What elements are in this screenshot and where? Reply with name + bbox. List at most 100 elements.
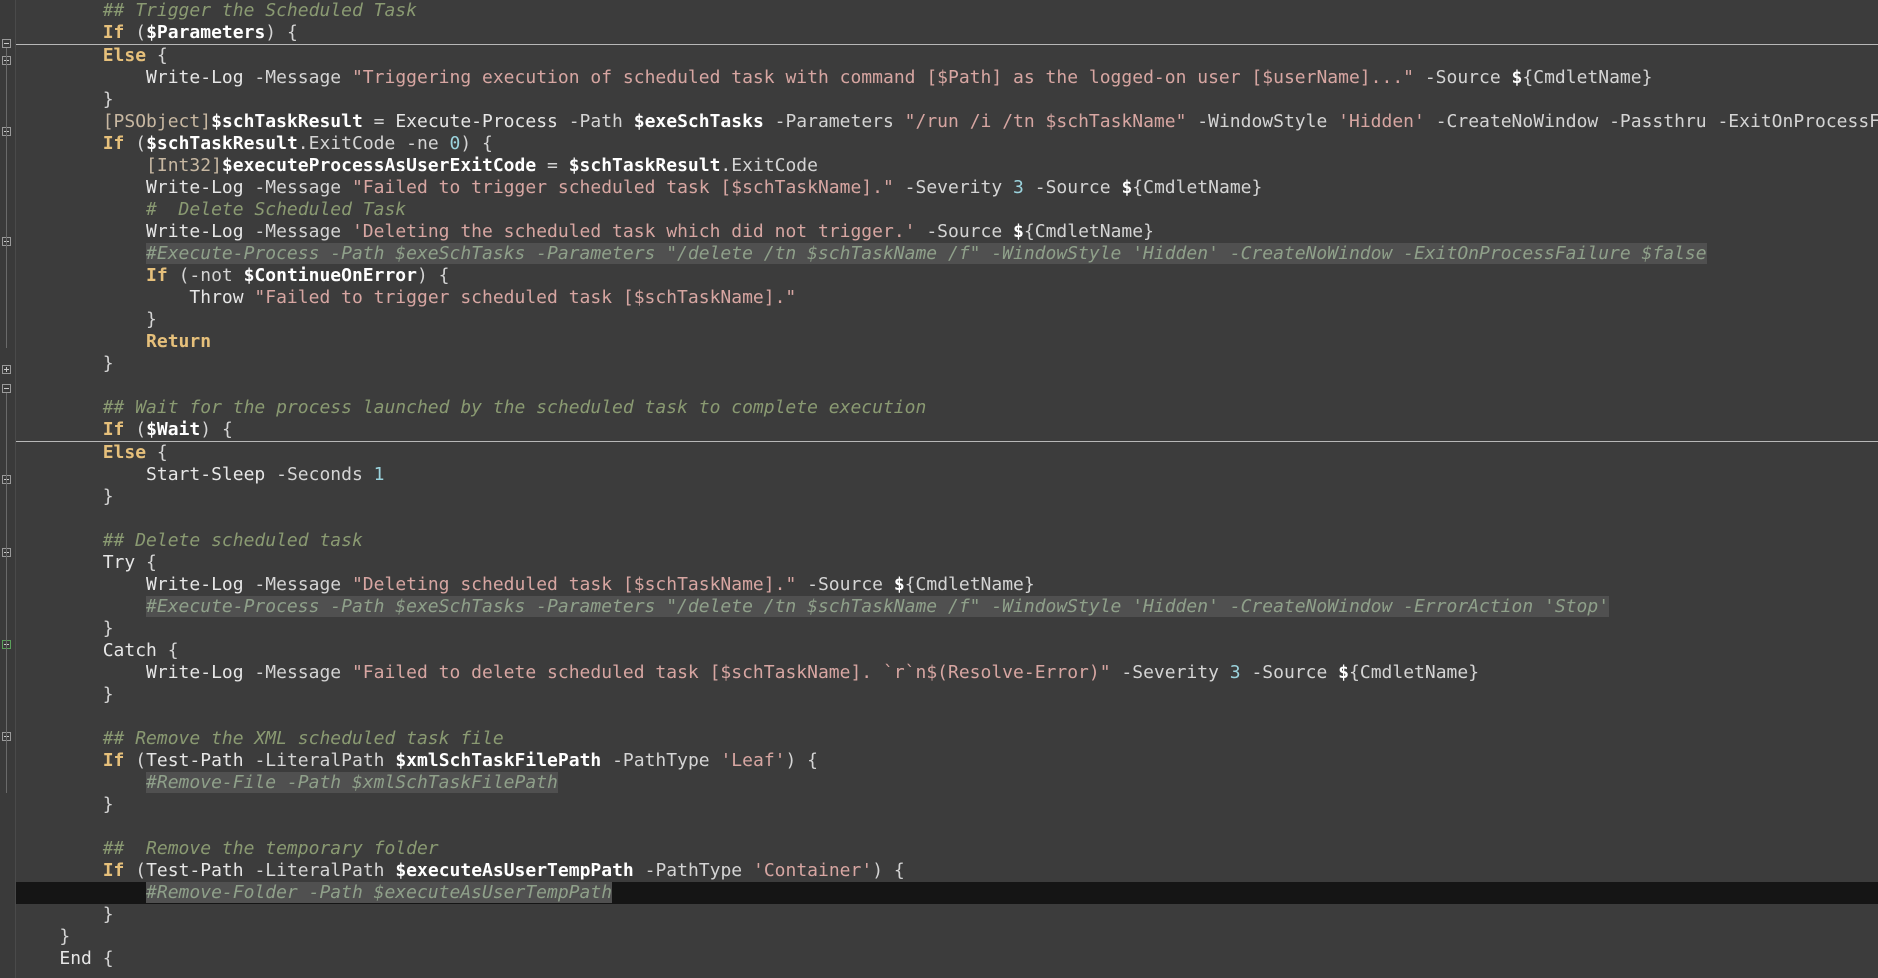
code-line[interactable]: If (-not $ContinueOnError) {: [16, 265, 1878, 287]
code-token: .ExitCode -ne: [297, 133, 450, 154]
code-token: Write-Log: [146, 177, 244, 198]
code-line[interactable]: If (Test-Path -LiteralPath $xmlSchTaskFi…: [16, 750, 1878, 772]
code-token: (: [124, 750, 147, 771]
code-token: [Int32]: [146, 155, 222, 176]
code-token: {: [146, 45, 168, 66]
code-token: Test-Path: [146, 860, 244, 881]
code-editor[interactable]: ## Trigger the Scheduled Task If ($Param…: [0, 0, 1878, 978]
code-token: -Message: [243, 221, 352, 242]
code-line[interactable]: Write-Log -Message "Failed to delete sch…: [16, 662, 1878, 684]
code-token: .ExitCode: [720, 155, 818, 176]
code-token: "Triggering execution of scheduled task …: [351, 67, 1414, 88]
code-line[interactable]: }: [16, 486, 1878, 508]
code-token: If: [146, 265, 168, 286]
code-token: $: [893, 574, 905, 595]
code-line[interactable]: #Execute-Process -Path $exeSchTasks -Par…: [16, 243, 1878, 265]
code-token: 0: [449, 133, 461, 154]
code-token: ) {: [200, 419, 233, 440]
code-line[interactable]: }: [16, 309, 1878, 331]
code-line[interactable]: If ($Wait) {: [16, 419, 1878, 442]
code-token: $schTaskResult: [146, 133, 298, 154]
code-line[interactable]: [PSObject]$schTaskResult = Execute-Proce…: [16, 111, 1878, 133]
code-token: ) {: [265, 22, 298, 43]
code-line[interactable]: If (Test-Path -LiteralPath $executeAsUse…: [16, 860, 1878, 882]
code-token: -Message: [243, 177, 352, 198]
code-token: $executeProcessAsUserExitCode: [221, 155, 537, 176]
code-line[interactable]: }: [16, 926, 1878, 948]
code-token: -LiteralPath: [243, 750, 396, 771]
code-token: -Parameters: [763, 111, 905, 132]
fold-toggle-icon[interactable]: [2, 39, 11, 48]
code-token: 'Container': [752, 860, 873, 881]
code-line[interactable]: If ($Parameters) {: [16, 22, 1878, 45]
code-token: -Message: [243, 67, 352, 88]
code-line[interactable]: ## Remove the XML scheduled task file: [16, 728, 1878, 750]
code-line[interactable]: }: [16, 684, 1878, 706]
code-line[interactable]: Return: [16, 331, 1878, 353]
code-line[interactable]: }: [16, 618, 1878, 640]
code-token: {: [146, 442, 168, 463]
code-line[interactable]: Catch {: [16, 640, 1878, 662]
code-token: -Severity: [1110, 662, 1230, 683]
code-token: {CmdletName}: [1023, 221, 1154, 242]
code-line[interactable]: ## Trigger the Scheduled Task: [16, 0, 1878, 22]
code-line[interactable]: ## Remove the temporary folder: [16, 838, 1878, 860]
code-token: }: [146, 309, 157, 330]
code-line[interactable]: #Remove-Folder -Path $executeAsUserTempP…: [16, 882, 1878, 904]
code-line[interactable]: Write-Log -Message "Deleting scheduled t…: [16, 574, 1878, 596]
code-line[interactable]: }: [16, 89, 1878, 111]
code-token: -WindowStyle: [1186, 111, 1339, 132]
code-token: {CmdletName}: [1349, 662, 1480, 683]
code-line[interactable]: # Delete Scheduled Task: [16, 199, 1878, 221]
code-line[interactable]: Try {: [16, 552, 1878, 574]
code-token: ## Remove the XML scheduled task file: [102, 728, 504, 749]
code-line[interactable]: Write-Log -Message "Triggering execution…: [16, 67, 1878, 89]
fold-gutter: [0, 0, 16, 978]
code-token: # Delete Scheduled Task: [146, 199, 407, 220]
code-token: "Failed to delete scheduled task [$schTa…: [351, 662, 1111, 683]
code-line[interactable]: }: [16, 794, 1878, 816]
code-token: }: [102, 486, 114, 507]
code-token: $xmlSchTaskFilePath: [395, 750, 602, 771]
code-token: -Severity: [893, 177, 1014, 198]
code-line[interactable]: Write-Log -Message "Failed to trigger sc…: [16, 177, 1878, 199]
code-line[interactable]: End {: [16, 948, 1878, 970]
code-area[interactable]: ## Trigger the Scheduled Task If ($Param…: [16, 0, 1878, 970]
code-line[interactable]: }: [16, 904, 1878, 926]
code-line[interactable]: [Int32]$executeProcessAsUserExitCode = $…: [16, 155, 1878, 177]
code-line[interactable]: Start-Sleep -Seconds 1: [16, 464, 1878, 486]
code-token: Test-Path: [146, 750, 244, 771]
code-token: ) {: [785, 750, 819, 771]
fold-expand-icon[interactable]: [2, 365, 11, 374]
code-line[interactable]: }: [16, 353, 1878, 375]
code-line[interactable]: #Execute-Process -Path $exeSchTasks -Par…: [16, 596, 1878, 618]
code-line[interactable]: Else {: [16, 45, 1878, 67]
code-token: }: [102, 684, 114, 705]
code-token: $: [1121, 177, 1133, 198]
code-token: If: [102, 419, 125, 440]
code-line[interactable]: #Remove-File -Path $xmlSchTaskFilePath: [16, 772, 1878, 794]
code-token: $schTaskResult: [568, 155, 721, 176]
code-line[interactable]: [16, 816, 1878, 838]
code-line[interactable]: If ($schTaskResult.ExitCode -ne 0) {: [16, 133, 1878, 155]
code-line[interactable]: Else {: [16, 442, 1878, 464]
code-token: Write-Log: [146, 662, 244, 683]
code-token: {: [135, 552, 157, 573]
code-line[interactable]: ## Wait for the process launched by the …: [16, 397, 1878, 419]
code-line[interactable]: [16, 706, 1878, 728]
code-line[interactable]: ## Delete scheduled task: [16, 530, 1878, 552]
code-line[interactable]: Throw "Failed to trigger scheduled task …: [16, 287, 1878, 309]
code-line[interactable]: Write-Log -Message 'Deleting the schedul…: [16, 221, 1878, 243]
code-token: $Wait: [146, 419, 201, 440]
code-line[interactable]: [16, 375, 1878, 397]
fold-toggle-icon[interactable]: [2, 384, 11, 393]
code-line[interactable]: [16, 508, 1878, 530]
code-token: 1: [373, 464, 385, 485]
